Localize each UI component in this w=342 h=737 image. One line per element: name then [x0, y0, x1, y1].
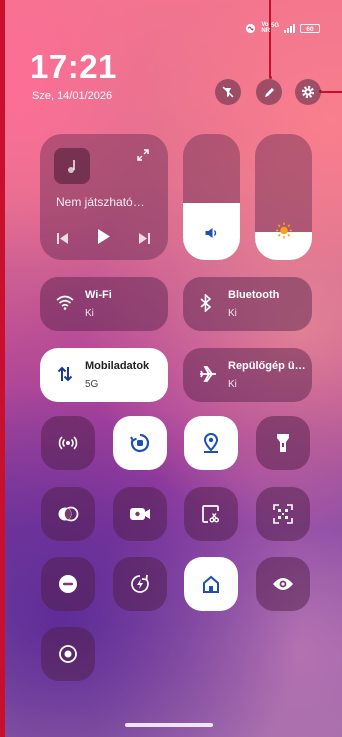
location-toggle[interactable]	[184, 416, 238, 470]
status-bar: Vo NR 5G 60	[245, 22, 320, 34]
location-icon	[203, 432, 219, 453]
bluetooth-label: Bluetooth	[228, 289, 280, 301]
sun-icon	[275, 222, 292, 244]
media-title: Nem játszható…	[56, 195, 145, 209]
flashlight-toggle[interactable]	[256, 416, 310, 470]
pin-off-icon	[222, 86, 234, 98]
brightness-slider[interactable]	[255, 134, 312, 260]
screenshot-toggle[interactable]	[184, 487, 238, 541]
auto-rotate-toggle[interactable]	[113, 416, 167, 470]
mobile-data-label: Mobiladatok	[85, 360, 150, 372]
annotation-line	[269, 0, 271, 78]
mobile-data-status: 5G	[85, 379, 99, 390]
settings-button[interactable]	[295, 79, 321, 105]
dark-mode-toggle[interactable]	[41, 627, 95, 681]
do-not-disturb-toggle[interactable]	[41, 557, 95, 611]
eye-comfort-icon	[273, 578, 293, 590]
color-inversion-toggle[interactable]	[41, 487, 95, 541]
hotspot-toggle[interactable]	[41, 416, 95, 470]
signal-icon	[284, 23, 295, 33]
mobile-data-icon	[56, 365, 74, 388]
qr-scanner-icon	[273, 504, 293, 524]
red-frame-left	[0, 0, 5, 737]
dark-mode-icon	[59, 645, 77, 663]
music-note-icon	[54, 148, 90, 184]
home-toggle[interactable]	[184, 557, 238, 611]
play-icon[interactable]	[97, 229, 110, 249]
clock-time: 17:21	[30, 48, 117, 85]
media-player-panel[interactable]: Nem játszható…	[40, 134, 168, 260]
airplane-mode-tile[interactable]: Repülőgép ü… Ki	[183, 348, 312, 402]
screen-record-toggle[interactable]	[113, 487, 167, 541]
bluetooth-status: Ki	[228, 308, 237, 319]
mobile-data-tile[interactable]: Mobiladatok 5G	[40, 348, 168, 402]
qr-scanner-toggle[interactable]	[256, 487, 310, 541]
wifi-tile[interactable]: Wi-Fi Ki	[40, 277, 168, 331]
pencil-icon	[264, 87, 274, 97]
screen-record-icon	[130, 508, 150, 520]
home-indicator-bar[interactable]	[125, 723, 213, 727]
nfc-icon	[245, 23, 256, 34]
next-track-icon[interactable]	[138, 231, 150, 249]
network-label: Vo NR	[261, 22, 270, 34]
auto-rotate-icon	[130, 433, 150, 453]
battery-saver-icon	[131, 574, 149, 593]
color-inversion-icon	[58, 506, 79, 522]
airplane-label: Repülőgép ü…	[228, 360, 306, 372]
clock-date: Sze, 14/01/2026	[32, 90, 113, 102]
bluetooth-tile[interactable]: Bluetooth Ki	[183, 277, 312, 331]
battery-saver-toggle[interactable]	[113, 557, 167, 611]
gear-icon	[301, 85, 315, 99]
expand-icon[interactable]	[136, 148, 150, 167]
hotspot-icon	[58, 436, 78, 450]
flashlight-off-button[interactable]	[215, 79, 241, 105]
previous-track-icon[interactable]	[57, 231, 69, 249]
edit-button[interactable]	[256, 79, 282, 105]
airplane-status: Ki	[228, 379, 237, 390]
annotation-line	[320, 91, 342, 93]
home-icon	[203, 575, 219, 593]
wifi-icon	[56, 294, 74, 315]
speaker-icon	[205, 226, 218, 244]
network-type: 5G	[270, 22, 279, 29]
wifi-label: Wi-Fi	[85, 289, 112, 301]
volume-slider[interactable]	[183, 134, 240, 260]
do-not-disturb-icon	[59, 575, 77, 593]
bluetooth-icon	[199, 293, 213, 317]
wifi-status: Ki	[85, 308, 94, 319]
screenshot-icon	[202, 505, 219, 523]
eye-comfort-toggle[interactable]	[256, 557, 310, 611]
airplane-icon	[199, 365, 217, 388]
battery-icon: 60	[300, 23, 320, 33]
flashlight-icon	[277, 434, 289, 452]
